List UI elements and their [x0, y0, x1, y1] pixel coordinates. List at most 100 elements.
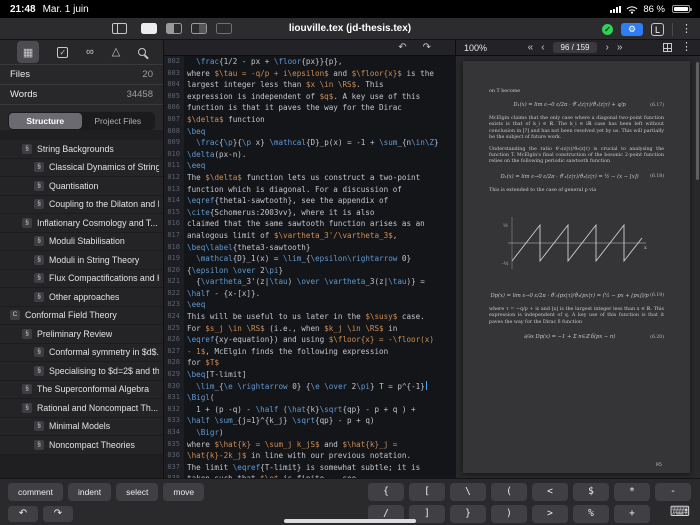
select-button[interactable]: select [116, 483, 158, 501]
code-line[interactable]: 806function is that it paves the way for… [164, 102, 456, 114]
tree-item[interactable]: §Specialising to $d=2$ and th... [0, 362, 163, 381]
code-line[interactable]: 823\eeq [164, 299, 456, 311]
key-<[interactable]: < [532, 483, 568, 501]
syntax-check-icon[interactable]: ✓ [602, 24, 613, 35]
page-indicator[interactable]: 96 / 159 [553, 42, 598, 53]
code-line[interactable]: 835where $\hat{k} = \sum_j k_jS$ and $\h… [164, 439, 456, 451]
thumbnails-icon[interactable] [663, 43, 672, 52]
tree-item[interactable]: §String Backgrounds [0, 140, 163, 159]
tree-item[interactable]: §Inflationary Cosmology and T... [0, 214, 163, 233]
move-button[interactable]: move [163, 483, 204, 501]
code-line[interactable]: 811\eeq [164, 160, 456, 172]
code-line[interactable]: 826\eqref{xy-equation}) and using $\floo… [164, 334, 456, 346]
code-line[interactable]: 810\delta(px-n). [164, 149, 456, 161]
code-line[interactable]: 837The limit \eqref{T-limit} is somewhat… [164, 462, 456, 474]
last-page-icon[interactable]: » [617, 42, 623, 53]
structure-view-icon[interactable]: ▦ [17, 41, 39, 63]
key-%[interactable]: % [573, 505, 609, 523]
tree-item[interactable]: §Conformal symmetry in $d$... [0, 344, 163, 363]
tree-item[interactable]: CConformal Field Theory [0, 307, 163, 326]
pdf-preview-pane[interactable]: on T becomeD₁(x) = lim ε→0 ε/2π · ϑ′₁(z|… [456, 56, 700, 478]
key-([interactable]: ( [491, 483, 527, 501]
tree-item[interactable]: §The Superconformal Algebra [0, 381, 163, 400]
key--[interactable]: - [655, 483, 691, 501]
prev-page-icon[interactable]: ‹ [541, 42, 544, 53]
tree-item[interactable]: §Flux Compactifications and K... [0, 270, 163, 289]
tree-item[interactable]: §Preliminary Review [0, 325, 163, 344]
warnings-icon[interactable]: △ [112, 47, 120, 58]
code-line[interactable]: 833\half \sum_{j=1}^{k_j} \sqrt{qp} - p … [164, 415, 456, 427]
typeset-button[interactable]: ⚙ [621, 23, 643, 36]
tab-structure[interactable]: Structure [9, 113, 82, 129]
more-menu-icon[interactable]: ⋮ [681, 24, 692, 35]
code-line[interactable]: 817analogous limit of $\vartheta_3'/\var… [164, 230, 456, 242]
key-{[interactable]: { [368, 483, 404, 501]
tab-project-files[interactable]: Project Files [82, 113, 155, 129]
code-line[interactable]: 816claimed that the same sawtooth functi… [164, 218, 456, 230]
code-line[interactable]: 814\eqref{theta1-sawtooth}, see the appe… [164, 195, 456, 207]
code-line[interactable]: 802 \frac{1/2 - px + \floor{px}}{p}, [164, 56, 456, 68]
code-line[interactable]: 821 {\vartheta_3'(z|\tau) \over \varthet… [164, 276, 456, 288]
next-page-icon[interactable]: › [605, 42, 608, 53]
view-editor-button[interactable] [141, 23, 157, 34]
code-area[interactable]: 802 \frac{1/2 - px + \floor{px}}{p},803w… [164, 56, 456, 478]
code-line[interactable]: 808\beq [164, 126, 456, 138]
code-line[interactable]: 828for $T$ [164, 357, 456, 369]
indent-button[interactable]: indent [68, 483, 111, 501]
code-line[interactable]: 825For $s_j \in \RS$ (i.e., when $k_j \i… [164, 323, 456, 335]
code-line[interactable]: 836\hat{k}-2k_j$ in line with our previo… [164, 450, 456, 462]
key-[[interactable]: [ [409, 483, 445, 501]
code-line[interactable]: 805expression is independent of $q$. A k… [164, 91, 456, 103]
undo-icon[interactable]: ↶ [398, 43, 406, 53]
todo-icon[interactable]: ✓ [57, 47, 68, 58]
layout-button[interactable]: L [651, 23, 664, 36]
view-split-right-button[interactable] [191, 23, 207, 34]
comment-button[interactable]: comment [8, 483, 63, 501]
search-icon[interactable] [138, 48, 146, 56]
code-line[interactable]: 807$\delta$ function [164, 114, 456, 126]
key-+[interactable]: + [614, 505, 650, 523]
code-line[interactable]: 803where $\tau = -q/p + i\epsilon$ and $… [164, 68, 456, 80]
code-line[interactable]: 820{\epsilon \over 2\pi} [164, 265, 456, 277]
key-\[interactable]: \ [450, 483, 486, 501]
pdf-more-icon[interactable]: ⋮ [681, 42, 692, 53]
redo-icon[interactable]: ↷ [423, 43, 431, 53]
code-line[interactable]: 830 \lim_{\e \rightarrow 0} {\e \over 2\… [164, 381, 456, 393]
code-line[interactable]: 809 \frac{\p}{\p x} \mathcal{D}_p(x) = -… [164, 137, 456, 149]
sidebar-toggle-icon[interactable] [112, 23, 127, 34]
code-line[interactable]: 827- 1$, McElgin finds the following exp… [164, 346, 456, 358]
tree-item[interactable]: §Noncompact Theories [0, 436, 163, 455]
key->[interactable]: > [532, 505, 568, 523]
code-line[interactable]: 819 \mathcal{D}_1(x) = \lim_{\epsilon\ri… [164, 253, 456, 265]
key-$[interactable]: $ [573, 483, 609, 501]
tree-item[interactable]: §Other approaches [0, 288, 163, 307]
tree-item[interactable]: §Classical Dynamics of String [0, 159, 163, 178]
code-line[interactable]: 824This will be useful to us later in th… [164, 311, 456, 323]
code-line[interactable]: 813function which is diagonal. For a dis… [164, 184, 456, 196]
first-page-icon[interactable]: « [528, 42, 534, 53]
tree-item[interactable]: §Coupling to the Dilaton and B... [0, 196, 163, 215]
tree-item[interactable]: §Moduli in String Theory [0, 251, 163, 270]
code-line[interactable]: 812The $\delta$ function lets us constru… [164, 172, 456, 184]
tree-item[interactable]: §Rational and Noncompact Th... [0, 399, 163, 418]
code-line[interactable]: 804largest integer less than $x \in \RS$… [164, 79, 456, 91]
view-pdf-button[interactable] [216, 23, 232, 34]
code-line[interactable]: 834 \Bigr) [164, 427, 456, 439]
tree-item[interactable]: §Moduli Stabilisation [0, 233, 163, 252]
pdf-scrollbar[interactable] [696, 62, 699, 180]
tree-item[interactable]: §Minimal Models [0, 418, 163, 437]
zoom-level[interactable]: 100% [464, 43, 487, 53]
infinity-icon[interactable]: ∞ [86, 47, 94, 58]
code-line[interactable]: 829\beq[T-limit] [164, 369, 456, 381]
code-line[interactable]: 831\Bigl( [164, 392, 456, 404]
key-)[interactable]: ) [491, 505, 527, 523]
code-line[interactable]: 822\half - {x-[x]}. [164, 288, 456, 300]
key-}[interactable]: } [450, 505, 486, 523]
code-line[interactable]: 818\beq\label{theta3-sawtooth} [164, 242, 456, 254]
key-*[interactable]: * [614, 483, 650, 501]
redo-button[interactable]: ↷ [43, 506, 73, 522]
code-line[interactable]: 832 1 + (p -q) - \half (\hat{k}\sqrt{qp}… [164, 404, 456, 416]
keyboard-dismiss-icon[interactable]: ⌨ [670, 503, 690, 520]
code-line[interactable]: 815\cite{Schomerus:2003vv}, where it is … [164, 207, 456, 219]
home-indicator[interactable] [284, 519, 416, 523]
